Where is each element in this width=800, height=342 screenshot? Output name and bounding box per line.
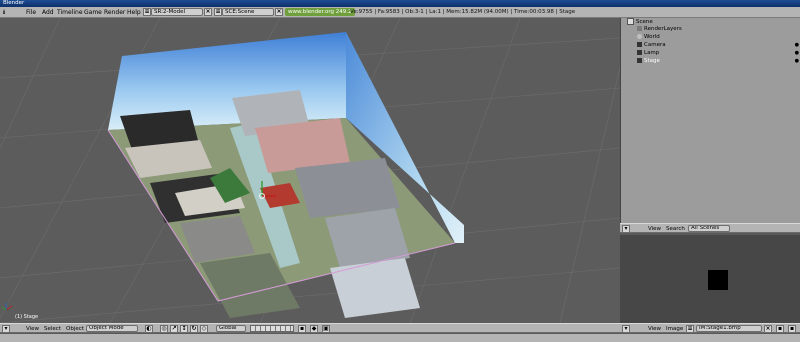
snap-button[interactable]: ◆ xyxy=(310,325,318,333)
screen-delete-button[interactable]: × xyxy=(204,8,212,16)
lamp-icon xyxy=(637,50,642,55)
info-icon[interactable]: ℹ xyxy=(3,8,5,17)
image-lock-button[interactable]: ▪ xyxy=(788,325,796,333)
outliner-header: ▾ View Search All Scenes xyxy=(620,223,800,233)
outliner-renderlayers[interactable]: RenderLayers xyxy=(637,26,682,33)
screen-browse-button[interactable]: ≡ xyxy=(143,8,151,16)
axis-widget xyxy=(1,303,13,311)
translate-button[interactable]: ↕ xyxy=(180,325,188,333)
visibility-eye-icon[interactable]: ● xyxy=(795,50,799,56)
orientation-dropdown[interactable]: Global xyxy=(216,325,246,332)
main-menubar: ℹ File Add Timeline Game Render Help ≡ S… xyxy=(0,7,800,18)
outliner-lamp[interactable]: Lamp xyxy=(637,50,659,57)
outliner-scene[interactable]: Scene xyxy=(627,18,653,26)
image-view-menu[interactable]: View xyxy=(648,325,661,333)
window-titlebar: Blender xyxy=(0,0,800,7)
menu-file[interactable]: File xyxy=(26,8,36,17)
menu-game[interactable]: Game xyxy=(84,8,102,17)
lock-icon[interactable]: ▪ xyxy=(298,325,306,333)
pin-image-button[interactable]: ▪ xyxy=(776,325,784,333)
menu-add[interactable]: Add xyxy=(42,8,54,17)
image-delete-button[interactable]: × xyxy=(764,325,772,333)
outliner-stage[interactable]: Stage xyxy=(637,58,660,65)
pivot-button[interactable]: ◎ xyxy=(160,325,168,333)
mode-dropdown[interactable]: Object Mode xyxy=(86,325,138,332)
image-image-menu[interactable]: Image xyxy=(666,325,683,333)
3d-viewport[interactable]: (1) Stage xyxy=(0,18,620,323)
active-object-label: (1) Stage xyxy=(15,314,39,320)
draw-type-button[interactable]: ◐ xyxy=(145,325,153,333)
view3d-select-menu[interactable]: Select xyxy=(44,325,61,333)
renderlayers-icon xyxy=(637,26,642,31)
scene-stats: Ve:9755 | Fa:9583 | Ob:3-1 | La:1 | Mem:… xyxy=(350,9,576,15)
mesh-icon xyxy=(637,58,642,63)
outliner-panel[interactable]: Scene RenderLayers World Camera Lamp Sta… xyxy=(620,18,800,223)
menu-render[interactable]: Render xyxy=(104,8,125,17)
outliner-search-menu[interactable]: Search xyxy=(666,225,685,233)
3d-view-header: ▾ View Select Object Object Mode ◐ ◎ ↗ ↕… xyxy=(0,323,620,333)
view3d-object-menu[interactable]: Object xyxy=(66,325,84,333)
outliner-world[interactable]: World xyxy=(637,34,660,41)
buttons-window-header xyxy=(0,334,800,342)
layer-buttons[interactable] xyxy=(250,325,294,332)
scene-icon xyxy=(627,18,634,25)
scale-button[interactable]: ◇ xyxy=(200,325,208,333)
viewport-canvas xyxy=(0,18,620,323)
outliner-scope-dropdown[interactable]: All Scenes xyxy=(688,225,730,232)
rotate-button[interactable]: ↻ xyxy=(190,325,198,333)
editor-type-button[interactable]: ▾ xyxy=(2,325,10,333)
camera-icon xyxy=(637,42,642,47)
editor-type-button[interactable]: ▾ xyxy=(622,325,630,333)
image-editor-header: ▾ View Image ≡ IM:Stage1.bmp × ▪ ▪ xyxy=(620,323,800,333)
scene-browse-button[interactable]: ≡ xyxy=(214,8,222,16)
render-button[interactable]: ▣ xyxy=(322,325,330,333)
window-title: Blender xyxy=(3,0,25,6)
editor-type-button[interactable]: ▾ xyxy=(622,225,630,233)
image-editor[interactable] xyxy=(620,235,800,323)
visibility-eye-icon[interactable]: ● xyxy=(795,42,799,48)
world-icon xyxy=(637,34,642,39)
menu-timeline[interactable]: Timeline xyxy=(57,8,83,17)
screen-name-field[interactable]: SR:2-Model xyxy=(151,8,203,16)
blender-url-link[interactable]: www.blender.org 249.2 xyxy=(285,8,355,16)
scene-delete-button[interactable]: × xyxy=(275,8,283,16)
view3d-view-menu[interactable]: View xyxy=(26,325,39,333)
outliner-view-menu[interactable]: View xyxy=(648,225,661,233)
visibility-eye-icon[interactable]: ● xyxy=(795,58,799,64)
menu-help[interactable]: Help xyxy=(127,8,141,17)
image-browse-button[interactable]: ≡ xyxy=(686,325,694,333)
manipulator-toggle[interactable]: ↗ xyxy=(170,325,178,333)
image-name-field[interactable]: IM:Stage1.bmp xyxy=(696,325,762,332)
scene-name-field[interactable]: SCE:Scene xyxy=(222,8,274,16)
outliner-camera[interactable]: Camera xyxy=(637,42,666,49)
image-preview xyxy=(708,270,728,290)
